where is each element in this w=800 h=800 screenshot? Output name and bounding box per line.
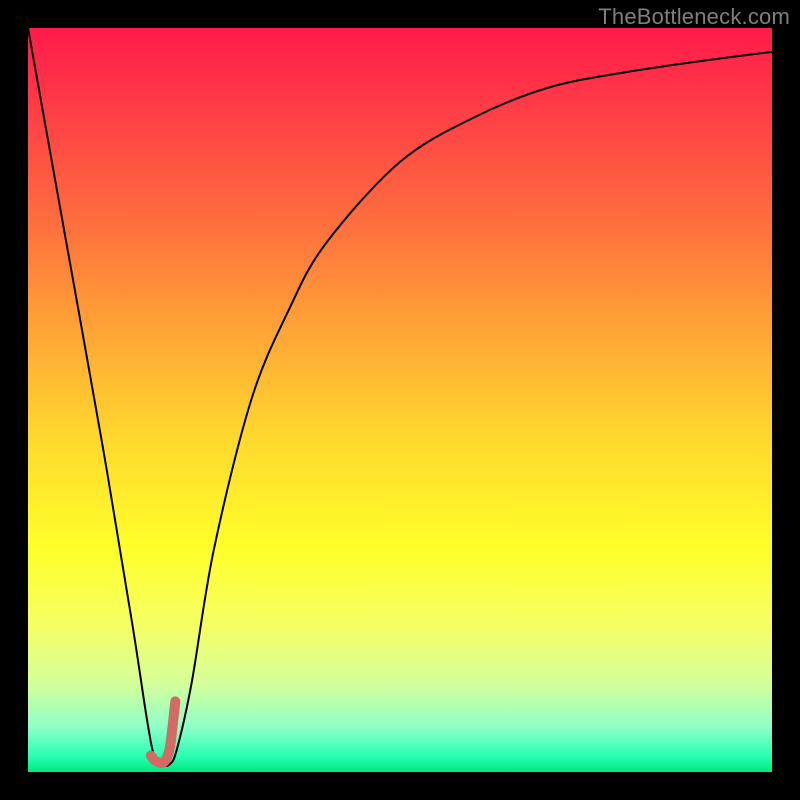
plot-svg [28, 28, 772, 772]
highlight-segment-path [151, 701, 176, 763]
plot-background [28, 28, 772, 772]
bottleneck-curve-path [28, 28, 772, 766]
chart-frame: TheBottleneck.com [0, 0, 800, 800]
watermark-text: TheBottleneck.com [598, 4, 790, 30]
